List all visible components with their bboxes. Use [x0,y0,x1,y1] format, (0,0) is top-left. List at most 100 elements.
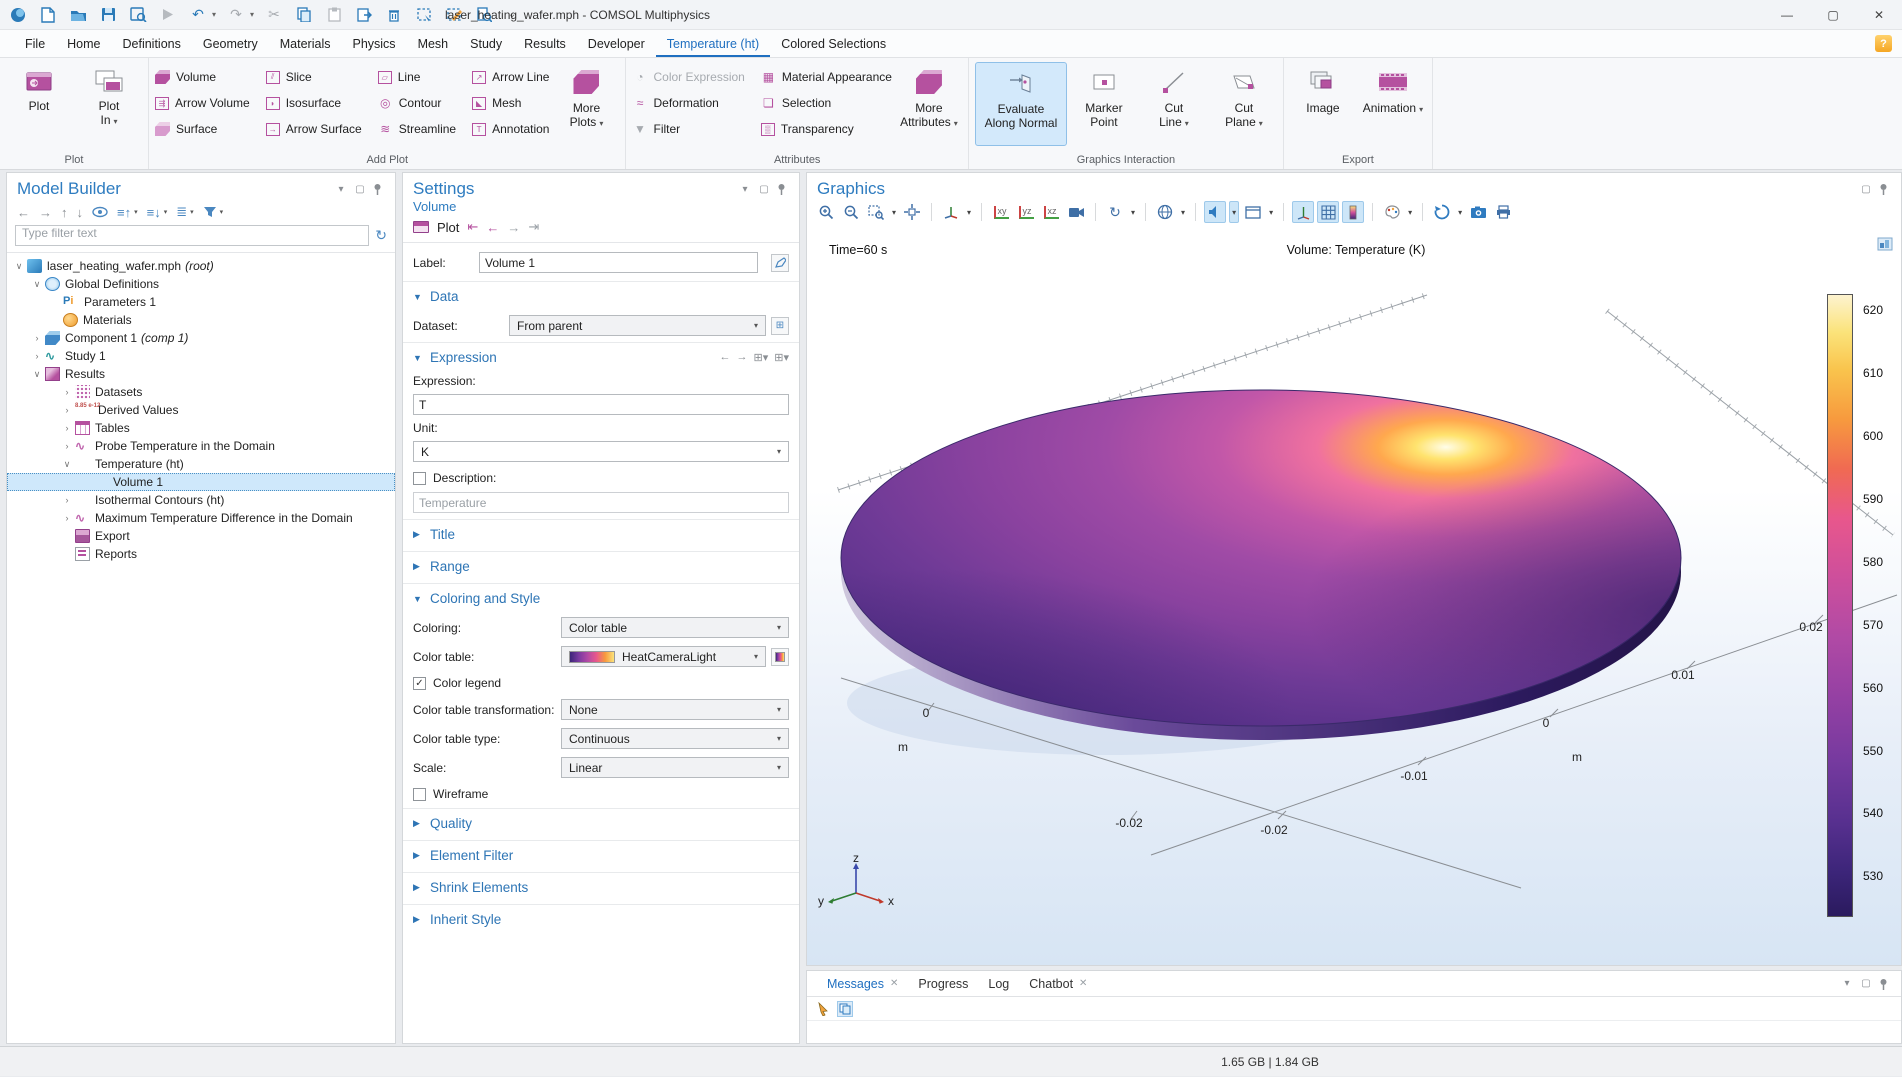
add-plot-isosurface[interactable]: ◗Isosurface [266,96,362,110]
section-title[interactable]: ▶Title [403,519,799,549]
filter-tree-icon[interactable] [203,206,217,218]
expand-tree-icon[interactable]: ≡↑ [117,205,131,220]
next-plot-icon[interactable]: → [507,220,520,235]
tab-physics[interactable]: Physics [341,30,406,57]
plot-in-button[interactable]: Plot In [76,62,142,146]
pin-icon[interactable] [777,183,789,195]
color-palette-icon[interactable] [1381,201,1403,223]
cut-plane-button[interactable]: Cut Plane [1211,62,1277,146]
previous-plot-icon[interactable]: ← [486,220,499,235]
add-plot-mesh[interactable]: ◣Mesh [472,96,549,110]
minimize-button[interactable]: — [1764,0,1810,30]
attr-selection[interactable]: ❏Selection [761,96,892,110]
pin-icon[interactable] [373,183,385,195]
chevron-down-icon[interactable]: ▾ [164,208,168,216]
label-input[interactable]: Volume 1 [479,252,758,273]
edit-dataset-icon[interactable]: ⊞ [771,317,789,335]
chevron-down-icon[interactable]: ▾ [190,208,194,216]
tab-progress[interactable]: Progress [908,971,978,996]
chevron-down-icon[interactable]: ▾ [1229,201,1239,223]
show-axes-icon[interactable] [1292,201,1314,223]
chevron-down-icon[interactable]: ▾ [220,208,224,216]
refresh-filter-icon[interactable]: ↻ [375,227,387,244]
collapse-tree-icon[interactable]: ≡↓ [147,205,161,220]
tab-materials[interactable]: Materials [269,30,342,57]
chevron-down-icon[interactable]: ▾ [1406,208,1414,217]
tab-definitions[interactable]: Definitions [112,30,192,57]
coloring-select[interactable]: Color table▾ [561,617,789,638]
add-plot-streamline[interactable]: ≋Streamline [378,122,456,136]
evaluate-along-normal-button[interactable]: Evaluate Along Normal [975,62,1067,146]
chevron-down-icon[interactable]: ▾ [1129,208,1137,217]
dataset-select[interactable]: From parent▾ [509,315,766,336]
chevron-down-icon[interactable]: ▾ [890,208,898,217]
image-button[interactable]: Image [1290,62,1356,146]
rename-icon[interactable] [771,254,789,272]
unit-select[interactable]: K▾ [413,441,789,462]
tree-row-volume-1[interactable]: Volume 1 [7,473,395,491]
select-box-icon[interactable] [414,5,434,25]
tree-row-max-temperature-difference[interactable]: ›∿Maximum Temperature Difference in the … [7,509,395,527]
pin-icon[interactable] [1879,978,1891,990]
add-plot-annotation[interactable]: TAnnotation [472,122,549,136]
chevron-down-icon[interactable]: ▾ [1179,208,1187,217]
zoom-extents-icon[interactable] [901,201,923,223]
print-icon[interactable] [1492,201,1514,223]
zoom-box-icon[interactable] [865,201,887,223]
color-table-type-select[interactable]: Continuous▾ [561,728,789,749]
insert-expression-icon[interactable]: ⊞▾ [774,351,789,364]
section-range[interactable]: ▶Range [403,551,799,581]
model-tree-nodes-icon[interactable]: ≣ [176,204,187,220]
delete-icon[interactable] [384,5,404,25]
copy-icon[interactable] [294,5,314,25]
tree-row-reports[interactable]: Reports [7,545,395,563]
paste-icon[interactable] [324,5,344,25]
marker-point-button[interactable]: Marker Point [1071,62,1137,146]
tree-row-isothermal-contours[interactable]: ›Isothermal Contours (ht) [7,491,395,509]
nav-back-icon[interactable]: ← [17,205,30,220]
duplicate-icon[interactable] [354,5,374,25]
view-yz-icon[interactable]: yz [1015,201,1037,223]
nav-forward-icon[interactable]: → [39,205,52,220]
show-grid-icon[interactable] [1317,201,1339,223]
tree-row-component[interactable]: ›Component 1(comp 1) [7,329,395,347]
next-expression-icon[interactable]: → [737,351,748,364]
tab-home[interactable]: Home [56,30,111,57]
tab-results[interactable]: Results [513,30,577,57]
tab-study[interactable]: Study [459,30,513,57]
float-panel-icon[interactable]: ▢ [1860,184,1872,195]
panel-menu-icon[interactable]: ▾ [1841,978,1853,989]
undo-menu-icon[interactable]: ▾ [212,10,216,19]
run-icon[interactable] [158,5,178,25]
tab-file[interactable]: File [14,30,56,57]
tree-filter-input[interactable]: Type filter text [15,225,369,246]
last-plot-icon[interactable]: ⇥ [528,219,539,235]
pin-icon[interactable] [1879,183,1891,195]
copy-text-icon[interactable] [837,1001,853,1017]
redo-icon[interactable]: ↷ [226,5,246,25]
more-plots-button[interactable]: More Plots [553,62,619,146]
plot-button[interactable]: Plot [6,62,72,146]
prev-expression-icon[interactable]: ← [720,351,731,364]
help-icon[interactable]: ? [1875,35,1892,52]
plot-canvas[interactable]: Time=60 s Volume: Temperature (K) [807,233,1901,965]
attr-material-appearance[interactable]: ▦Material Appearance [761,70,892,84]
color-table-select[interactable]: HeatCameraLight▾ [561,646,766,667]
attr-transparency[interactable]: ▒Transparency [761,122,892,136]
tree-row-study[interactable]: ›∿Study 1 [7,347,395,365]
float-panel-icon[interactable]: ▢ [758,184,770,195]
chevron-down-icon[interactable]: ▾ [1456,208,1464,217]
add-plot-surface[interactable]: Surface [155,122,250,136]
tab-colored-selections[interactable]: Colored Selections [770,30,897,57]
tree-row-probe-temperature[interactable]: ›∿Probe Temperature in the Domain [7,437,395,455]
go-to-view-icon[interactable] [940,201,962,223]
undo-icon[interactable]: ↶ [188,5,208,25]
close-tab-icon[interactable]: ✕ [890,978,898,989]
chevron-down-icon[interactable]: ▾ [134,208,138,216]
maximize-button[interactable]: ▢ [1810,0,1856,30]
show-icon[interactable] [92,206,108,218]
update-plot-icon[interactable] [1431,201,1453,223]
pointer-icon[interactable] [817,1002,829,1016]
new-file-icon[interactable] [38,5,58,25]
description-checkbox[interactable] [413,472,426,485]
